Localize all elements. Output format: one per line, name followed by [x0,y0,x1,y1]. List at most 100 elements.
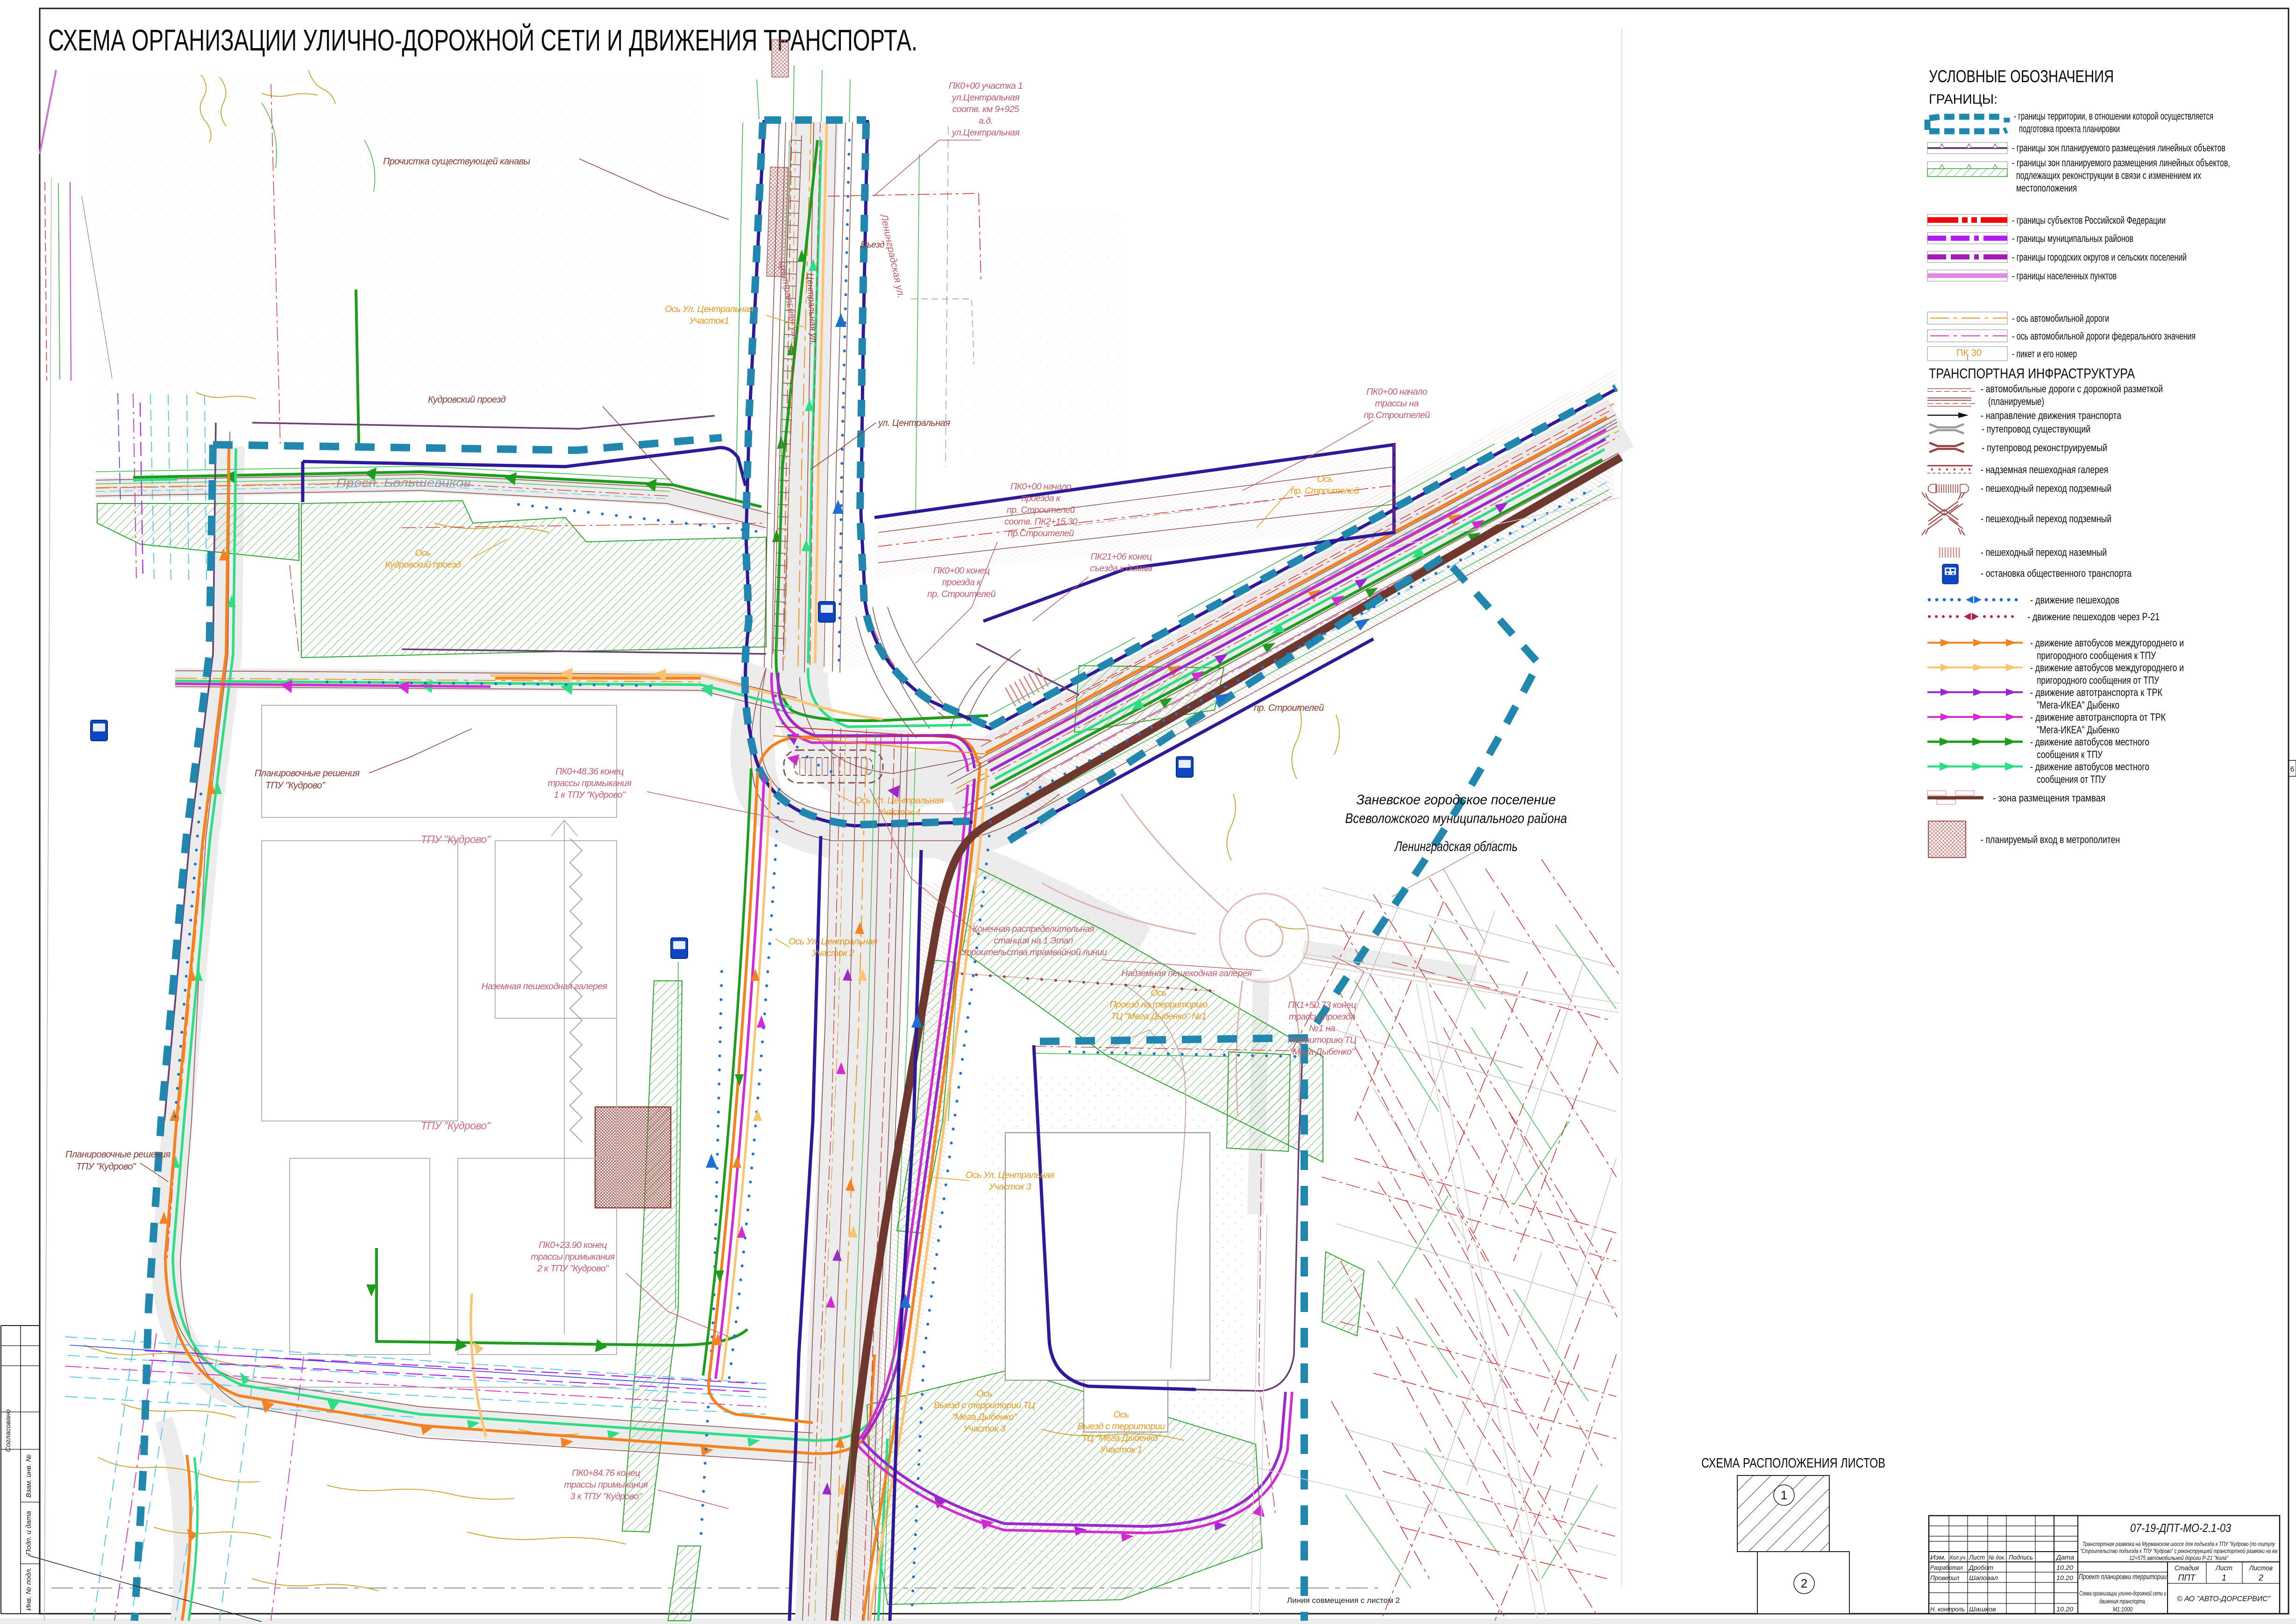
svg-text:ул.Центральная: ул.Центральная [951,92,1020,103]
svg-text:Кудровский проезд: Кудровский проезд [428,395,506,405]
svg-text:Участок 1: Участок 1 [1100,1445,1142,1455]
svg-text:трассы проезда: трассы проезда [1289,1012,1356,1022]
svg-text:- зона размещения трамвая: - зона размещения трамвая [1993,792,2105,804]
svg-text:- движение автобусов местного: - движение автобусов местного [2030,761,2149,773]
svg-text:движения транспорта.: движения транспорта. [2099,1597,2146,1605]
svg-text:- пешеходный переход наземный: - пешеходный переход наземный [1981,546,2107,558]
svg-text:Согласовано: Согласовано [4,1409,12,1452]
svg-text:10.20: 10.20 [2056,1574,2073,1581]
svg-text:- движение автобусов местного: - движение автобусов местного [2030,736,2149,748]
svg-text:Ось: Ось [1317,474,1333,484]
svg-text:Шашков: Шашков [1969,1605,1996,1613]
svg-text:Планировочные решения: Планировочные решения [65,1149,171,1160]
svg-text:ГРАНИЦЫ:: ГРАНИЦЫ: [1929,92,1997,107]
svg-text:пр.Строителей: пр.Строителей [1008,528,1074,539]
svg-text:М1:1000: М1:1000 [2113,1605,2133,1613]
svg-text:"Мега-ИКЕА" Дыбенко: "Мега-ИКЕА" Дыбенко [2037,699,2119,711]
svg-text:ПК 30: ПК 30 [1956,348,1982,358]
svg-text:местоположения: местоположения [2016,182,2077,194]
svg-text:Взам. инв. №: Взам. инв. № [25,1454,33,1498]
svg-text:2: 2 [2258,1573,2263,1582]
svg-text:- границы зон планируемого раз: - границы зон планируемого размещения ли… [2012,157,2230,169]
svg-text:Изм.: Изм. [1930,1553,1946,1561]
svg-text:территорию ТЦ: территорию ТЦ [1288,1035,1357,1045]
svg-text:Проезд на территорию: Проезд на территорию [1109,1000,1208,1010]
svg-text:Выезд с территории: Выезд с территории [1078,1421,1165,1432]
svg-text:станция на 1 Этап: станция на 1 Этап [994,936,1073,946]
svg-text:проезда к: проезда к [1022,493,1061,504]
svg-text:ПК0+00 участка 1: ПК0+00 участка 1 [949,81,1023,91]
svg-text:12+575 автомобильной дороги Р-: 12+575 автомобильной дороги Р-21 "Кола" [2129,1554,2229,1561]
svg-text:Подпись: Подпись [2009,1553,2033,1561]
svg-text:- границы населенных пунктов: - границы населенных пунктов [2012,270,2117,282]
svg-text:трассы примыкания: трассы примыкания [531,1252,615,1262]
svg-text:- пешеходный переход подземный: - пешеходный переход подземный [1981,513,2111,525]
svg-text:- планируемый вход в метрополи: - планируемый вход в метрополитен [1981,834,2120,845]
svg-text:Участок1: Участок1 [689,316,729,326]
svg-text:Лист: Лист [2215,1564,2232,1572]
svg-text:- ось автомобильной дороги: - ось автомобильной дороги [2012,312,2109,324]
svg-text:Участок 4: Участок 4 [878,807,921,817]
svg-text:Листов: Листов [2249,1564,2273,1572]
svg-text:ПК21+06 конец: ПК21+06 конец [1091,552,1152,562]
svg-text:(планируемые): (планируемые) [1988,396,2044,407]
svg-text:Разработал: Разработал [1930,1564,1963,1571]
svg-text:пригородного сообщения от ТПУ: пригородного сообщения от ТПУ [2037,674,2160,686]
svg-text:трассы на: трассы на [1375,398,1419,409]
svg-text:Ленинградская область: Ленинградская область [1394,839,1518,854]
svg-text:пр. Строителей: пр. Строителей [1007,505,1075,515]
svg-text:ТПУ "Кудрово": ТПУ "Кудрово" [265,780,326,791]
svg-text:Подп. и дата: Подп. и дата [25,1511,33,1555]
svg-text:Наземная пешеходная галерея: Наземная пешеходная галерея [482,981,608,992]
svg-text:"Мега Дыбенко": "Мега Дыбенко" [952,1412,1018,1422]
svg-text:10.20: 10.20 [2056,1605,2073,1613]
svg-text:- ось автомобильной дороги фед: - ось автомобильной дороги федерального … [2012,330,2196,342]
svg-text:ул. Центральная: ул. Центральная [877,418,950,428]
svg-text:1: 1 [2222,1573,2226,1582]
svg-text:СХЕМА РАСПОЛОЖЕНИЯ ЛИСТОВ: СХЕМА РАСПОЛОЖЕНИЯ ЛИСТОВ [1701,1456,1885,1471]
svg-text:- путепровод существующий: - путепровод существующий [1982,423,2090,435]
svg-text:подлежащих реконструкции в свя: подлежащих реконструкции в связи с измен… [2016,170,2201,181]
svg-text:Конечная распределительная: Конечная распределительная [973,924,1095,934]
svg-text:Ось: Ось [976,1389,992,1399]
svg-text:- движение автобусов междугоро: - движение автобусов междугороднего и [2030,662,2184,674]
svg-text:а.д.: а.д. [979,116,993,126]
svg-text:- направление движения транспо: - направление движения транспорта [1981,410,2122,421]
svg-text:Всеволожского муниципального р: Всеволожского муниципального района [1345,811,1567,826]
svg-text:Дробот: Дробот [1968,1564,1993,1571]
svg-text:строительства трамвайной линии: строительства трамвайной линии [960,947,1107,957]
svg-text:Кол.уч.: Кол.уч. [1950,1554,1967,1561]
svg-text:ПК0+23.90 конец: ПК0+23.90 конец [539,1240,607,1250]
svg-text:Дата: Дата [2055,1553,2074,1561]
svg-text:Ось: Ось [415,548,431,558]
svg-text:- границы муниципальных районо: - границы муниципальных районов [2012,233,2133,244]
svg-text:проезда к: проезда к [942,577,981,588]
svg-text:Ось Ул. Центральная: Ось Ул. Центральная [789,936,878,947]
svg-text:6: 6 [2290,766,2295,773]
svg-text:- движение пешеходов через Р-2: - движение пешеходов через Р-21 [2027,611,2160,623]
svg-text:ТЦ "Мега Дыбенко" №1: ТЦ "Мега Дыбенко" №1 [1111,1011,1206,1021]
svg-text:- автомобильные дороги с доро: - автомобильные дороги с дорожной размет… [1981,383,2163,395]
svg-text:"Мега Дыбенко": "Мега Дыбенко" [1290,1047,1356,1057]
svg-text:ТЦ "Мега Дыбенко": ТЦ "Мега Дыбенко" [1082,1433,1161,1443]
svg-text:ТПУ "Кудрово": ТПУ "Кудрово" [420,1120,491,1132]
svg-text:№1 на: №1 на [1309,1023,1336,1034]
svg-text:Участок 3: Участок 3 [963,1424,1006,1434]
svg-text:2 к ТПУ "Кудрово": 2 к ТПУ "Кудрово" [537,1263,609,1274]
svg-text:Шаповал: Шаповал [1969,1574,1998,1581]
svg-text:07-19-ДПТ-МО-2.1-03: 07-19-ДПТ-МО-2.1-03 [2130,1522,2231,1535]
svg-text:"Строительство подъезда к ТПУ: "Строительство подъезда к ТПУ "Кудрово" … [2080,1547,2277,1554]
svg-text:ПК0+00 начало: ПК0+00 начало [1366,387,1428,397]
svg-text:УСЛОВНЫЕ ОБОЗНАЧЕНИЯ: УСЛОВНЫЕ ОБОЗНАЧЕНИЯ [1929,67,2114,86]
svg-text:ПК1+50.73 конец: ПК1+50.73 конец [1288,1000,1356,1010]
svg-text:Ось: Ось [1113,1410,1129,1420]
svg-text:трассы примыкания: трассы примыкания [564,1480,648,1490]
svg-text:- пешеходный переход подземный: - пешеходный переход подземный [1981,482,2111,494]
svg-text:- движение автобусов междугоро: - движение автобусов междугороднего и [2030,637,2184,649]
svg-text:Заневское городское поселение: Заневское городское поселение [1357,792,1556,808]
svg-text:Ось Ул. Центральная: Ось Ул. Центральная [855,795,944,806]
svg-text:- границы территории, в отноше: - границы территории, в отношении которо… [2014,110,2213,122]
svg-text:пр.Строителей: пр.Строителей [1364,410,1430,420]
svg-text:1: 1 [1781,1488,1787,1502]
svg-text:ТПУ "Кудрово": ТПУ "Кудрово" [420,833,491,845]
